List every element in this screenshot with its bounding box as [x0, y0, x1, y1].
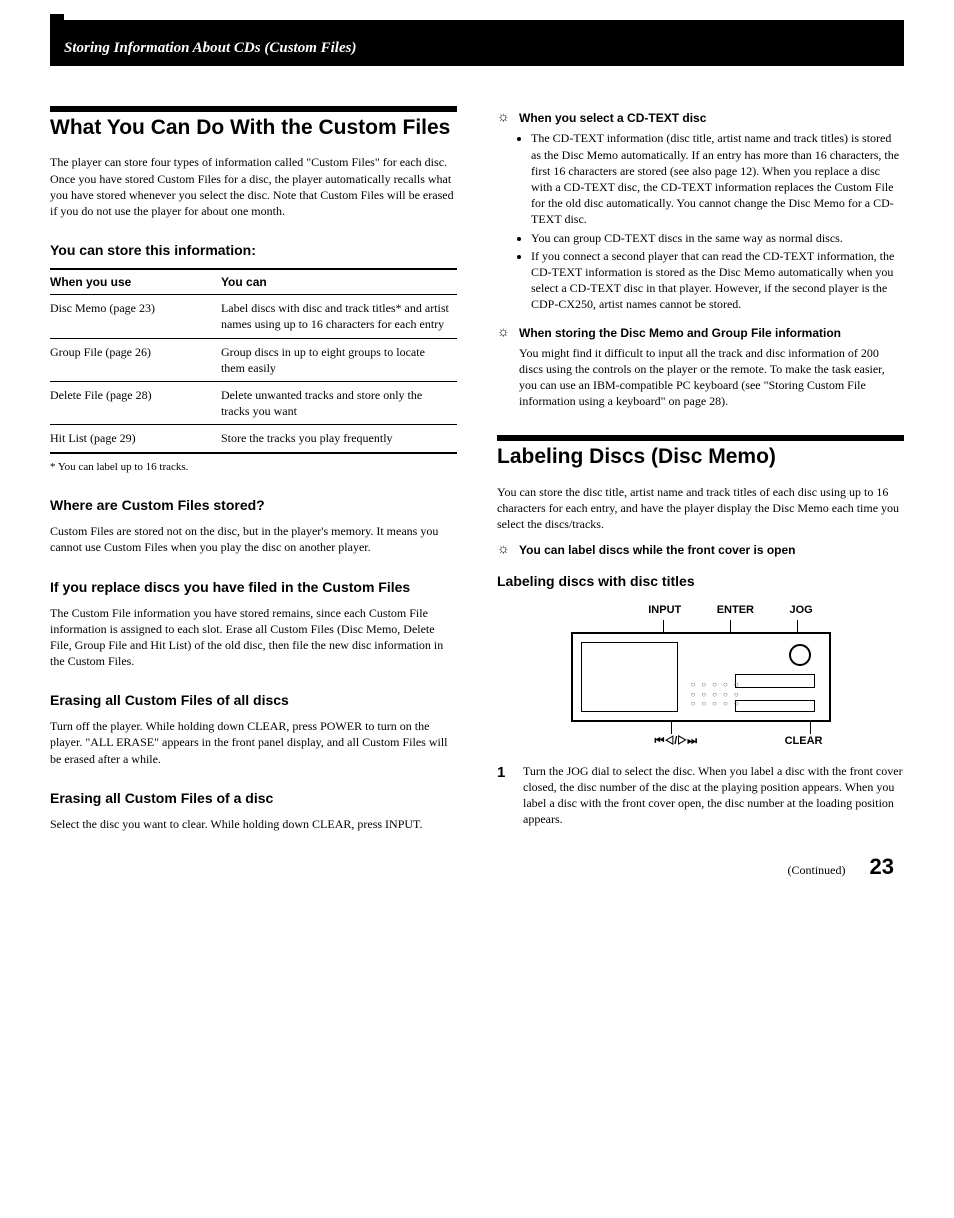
diagram-label: ENTER — [717, 603, 754, 618]
tip-block: ☼ You can label discs while the front co… — [497, 542, 904, 558]
page-footer: (Continued) 23 — [497, 852, 904, 882]
section-rule — [497, 435, 904, 441]
subheading: Labeling discs with disc titles — [497, 572, 904, 591]
table-cell: Delete unwanted tracks and store only th… — [221, 381, 457, 424]
list-item: The CD-TEXT information (disc title, art… — [531, 130, 904, 227]
tip-icon: ☼ — [497, 325, 513, 341]
table-row: Hit List (page 29) Store the tracks you … — [50, 425, 457, 453]
table-cell: Store the tracks you play frequently — [221, 425, 457, 453]
table-cell: Group File (page 26) — [50, 338, 221, 381]
right-column: ☼ When you select a CD-TEXT disc The CD-… — [497, 106, 904, 881]
step-text: Turn the JOG dial to select the disc. Wh… — [523, 763, 904, 828]
page-number: 23 — [870, 852, 894, 882]
table-row: Disc Memo (page 23) Label discs with dis… — [50, 295, 457, 338]
tip-bullets: The CD-TEXT information (disc title, art… — [531, 130, 904, 312]
left-column: What You Can Do With the Custom Files Th… — [50, 106, 457, 881]
table-header: When you use — [50, 269, 221, 295]
tip-icon: ☼ — [497, 542, 513, 558]
tip-title: You can label discs while the front cove… — [519, 542, 796, 558]
tip-block: ☼ When storing the Disc Memo and Group F… — [497, 325, 904, 341]
custom-files-table: When you use You can Disc Memo (page 23)… — [50, 268, 457, 454]
table-cell: Hit List (page 29) — [50, 425, 221, 453]
device-outline: ○ ○ ○ ○ ○○ ○ ○ ○ ○○ ○ ○ ○ ○ — [571, 632, 831, 722]
tip-icon: ☼ — [497, 110, 513, 126]
diagram-label: JOG — [789, 603, 812, 618]
subheading: If you replace discs you have filed in t… — [50, 578, 457, 597]
panel-dots: ○ ○ ○ ○ ○○ ○ ○ ○ ○○ ○ ○ ○ ○ — [691, 680, 741, 709]
diagram-label: INPUT — [648, 603, 681, 618]
step-number: 1 — [497, 763, 511, 828]
tip-body: You might find it difficult to input all… — [519, 345, 904, 410]
section-rule — [50, 106, 457, 112]
continued-label: (Continued) — [788, 862, 846, 878]
intro-paragraph: The player can store four types of infor… — [50, 154, 457, 219]
chapter-title: Storing Information About CDs (Custom Fi… — [64, 40, 356, 56]
subheading: Erasing all Custom Files of all discs — [50, 691, 457, 710]
table-cell: Delete File (page 28) — [50, 381, 221, 424]
tip-title: When storing the Disc Memo and Group Fil… — [519, 325, 841, 341]
table-row: Group File (page 26) Group discs in up t… — [50, 338, 457, 381]
tip-title: When you select a CD-TEXT disc — [519, 110, 706, 126]
body-paragraph: Select the disc you want to clear. While… — [50, 816, 457, 832]
section-title: Labeling Discs (Disc Memo) — [497, 445, 904, 469]
table-cell: Group discs in up to eight groups to loc… — [221, 338, 457, 381]
table-header: You can — [221, 269, 457, 295]
diagram-label: ⏮◁/▷⏭ — [655, 734, 697, 749]
buttons-icon — [735, 700, 815, 712]
display-icon — [735, 674, 815, 688]
list-item: If you connect a second player that can … — [531, 248, 904, 313]
page-columns: What You Can Do With the Custom Files Th… — [50, 106, 904, 881]
subheading: Erasing all Custom Files of a disc — [50, 789, 457, 808]
table-cell: Disc Memo (page 23) — [50, 295, 221, 338]
table-cell: Label discs with disc and track titles* … — [221, 295, 457, 338]
table-row: Delete File (page 28) Delete unwanted tr… — [50, 381, 457, 424]
list-item: You can group CD-TEXT discs in the same … — [531, 230, 904, 246]
body-paragraph: You can store the disc title, artist nam… — [497, 484, 904, 533]
step-block: 1 Turn the JOG dial to select the disc. … — [497, 763, 904, 828]
subheading: Where are Custom Files stored? — [50, 496, 457, 515]
device-diagram: INPUT ENTER JOG ○ ○ ○ ○ ○○ ○ ○ ○ ○○ ○ ○ … — [571, 603, 831, 749]
store-heading: You can store this information: — [50, 241, 457, 260]
body-paragraph: The Custom File information you have sto… — [50, 605, 457, 670]
diagram-label: CLEAR — [785, 734, 823, 749]
body-paragraph: Turn off the player. While holding down … — [50, 718, 457, 767]
jog-dial-icon — [789, 644, 811, 666]
section-title: What You Can Do With the Custom Files — [50, 116, 457, 140]
table-footnote: * You can label up to 16 tracks. — [50, 460, 457, 475]
chapter-header: Storing Information About CDs (Custom Fi… — [50, 20, 904, 66]
tip-block: ☼ When you select a CD-TEXT disc — [497, 110, 904, 126]
body-paragraph: Custom Files are stored not on the disc,… — [50, 523, 457, 555]
